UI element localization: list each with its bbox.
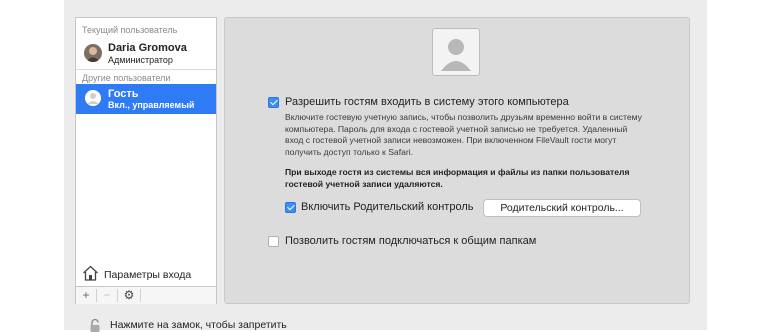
guest-name: Гость: [108, 88, 139, 100]
parental-control-button[interactable]: Родительский контроль...: [483, 199, 641, 217]
guest-description: Включите гостевую учетную запись, чтобы …: [285, 112, 642, 158]
allow-guest-login-checkbox[interactable]: [268, 97, 279, 108]
add-user-button[interactable]: +: [76, 287, 96, 304]
allow-guest-login-label: Разрешить гостям входить в систему этого…: [285, 96, 569, 108]
shared-folders-checkbox[interactable]: [268, 236, 279, 247]
sidebar-item-guest[interactable]: Гость Вкл., управляемый: [76, 84, 216, 114]
other-users-heading: Другие пользователи: [82, 73, 171, 83]
guest-settings-panel: Разрешить гостям входить в систему этого…: [224, 17, 690, 304]
user-avatar: [84, 44, 102, 62]
divider: [76, 69, 216, 70]
login-options-item[interactable]: Параметры входа: [82, 265, 216, 283]
lock-label: Нажмите на замок, чтобы запретить: [110, 319, 287, 331]
login-options-label: Параметры входа: [104, 269, 192, 281]
house-icon: [82, 265, 99, 286]
guest-status: Вкл., управляемый: [108, 100, 195, 110]
divider: [140, 289, 141, 302]
shared-folders-label: Позволить гостям подключаться к общим па…: [285, 235, 537, 247]
current-user-role: Администратор: [108, 55, 173, 65]
parental-control-checkbox[interactable]: [285, 202, 296, 213]
user-silhouette-icon: [441, 39, 471, 71]
remove-user-button[interactable]: −: [97, 287, 117, 304]
guest-warning: При выходе гостя из системы вся информац…: [285, 167, 630, 189]
users-groups-window: Текущий пользователь Daria Gromova Админ…: [64, 0, 707, 330]
current-user-heading: Текущий пользователь: [82, 25, 178, 35]
users-sidebar: Текущий пользователь Daria Gromova Админ…: [75, 17, 217, 304]
guest-avatar: [85, 90, 101, 106]
sidebar-toolbar: + − ⚙: [76, 286, 216, 304]
parental-control-label: Включить Родительский контроль: [301, 201, 474, 213]
sidebar-item-current-user[interactable]: Daria Gromova Администратор: [76, 40, 216, 70]
gear-icon[interactable]: ⚙: [118, 287, 140, 304]
current-user-name: Daria Gromova: [108, 42, 187, 54]
guest-picture[interactable]: [432, 28, 480, 76]
